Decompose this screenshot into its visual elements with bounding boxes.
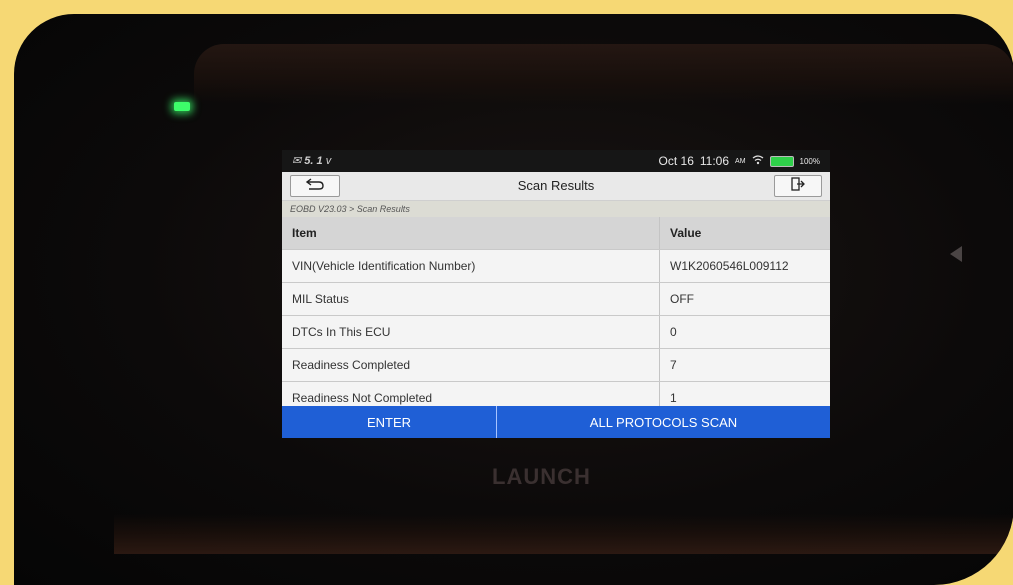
row-value: W1K2060546L009112 <box>670 259 789 273</box>
table-row[interactable]: MIL Status OFF <box>282 283 830 316</box>
status-ampm: AM <box>735 157 746 165</box>
battery-icon <box>769 155 794 167</box>
status-right-group: Oct 16 11:06 AM 100% <box>659 154 820 168</box>
title-bar: Scan Results <box>282 172 830 201</box>
enter-button[interactable]: ENTER <box>282 406 497 438</box>
row-value: 7 <box>670 358 677 372</box>
status-notification-icons: ✉ 5. 1 v <box>292 155 332 167</box>
status-bar: ✉ 5. 1 v Oct 16 11:06 AM 100% <box>282 150 830 172</box>
status-time: 11:06 <box>699 154 730 168</box>
page-title: Scan Results <box>517 178 595 193</box>
results-table: Item Value VIN(Vehicle Identification Nu… <box>282 217 830 415</box>
row-item: VIN(Vehicle Identification Number) <box>282 250 660 282</box>
device-bottom-edge <box>114 514 1013 554</box>
exit-icon <box>791 176 805 196</box>
bottom-action-bar: ENTER ALL PROTOCOLS SCAN <box>282 406 830 438</box>
row-item: MIL Status <box>282 283 660 315</box>
exit-button[interactable] <box>774 175 822 197</box>
table-row[interactable]: VIN(Vehicle Identification Number) W1K20… <box>282 250 830 283</box>
battery-percent: 100% <box>799 156 820 166</box>
row-value: OFF <box>670 292 694 306</box>
row-item: DTCs In This ECU <box>282 316 660 348</box>
table-row[interactable]: DTCs In This ECU 0 <box>282 316 830 349</box>
breadcrumb: EOBD V23.03 > Scan Results <box>282 201 830 217</box>
row-item: Readiness Completed <box>282 349 660 381</box>
status-date: Oct 16 <box>658 154 694 168</box>
column-header-value: Value <box>670 226 702 240</box>
table-row[interactable]: Readiness Completed 7 <box>282 349 830 382</box>
device-screen: ✉ 5. 1 v Oct 16 11:06 AM 100% Scan Resul… <box>282 150 830 438</box>
row-value: 0 <box>670 325 677 339</box>
photo-frame: LAUNCH ✉ 5. 1 v Oct 16 11:06 AM 100% Sca… <box>0 0 1013 585</box>
wifi-icon <box>752 154 764 168</box>
side-arrow-icon <box>950 246 962 262</box>
device-brand-label: LAUNCH <box>492 464 591 489</box>
table-header-row: Item Value <box>282 217 830 250</box>
all-protocols-scan-button[interactable]: ALL PROTOCOLS SCAN <box>497 406 830 438</box>
column-header-item: Item <box>282 217 660 249</box>
power-led-indicator <box>174 102 190 111</box>
device-top-edge <box>194 44 1013 104</box>
